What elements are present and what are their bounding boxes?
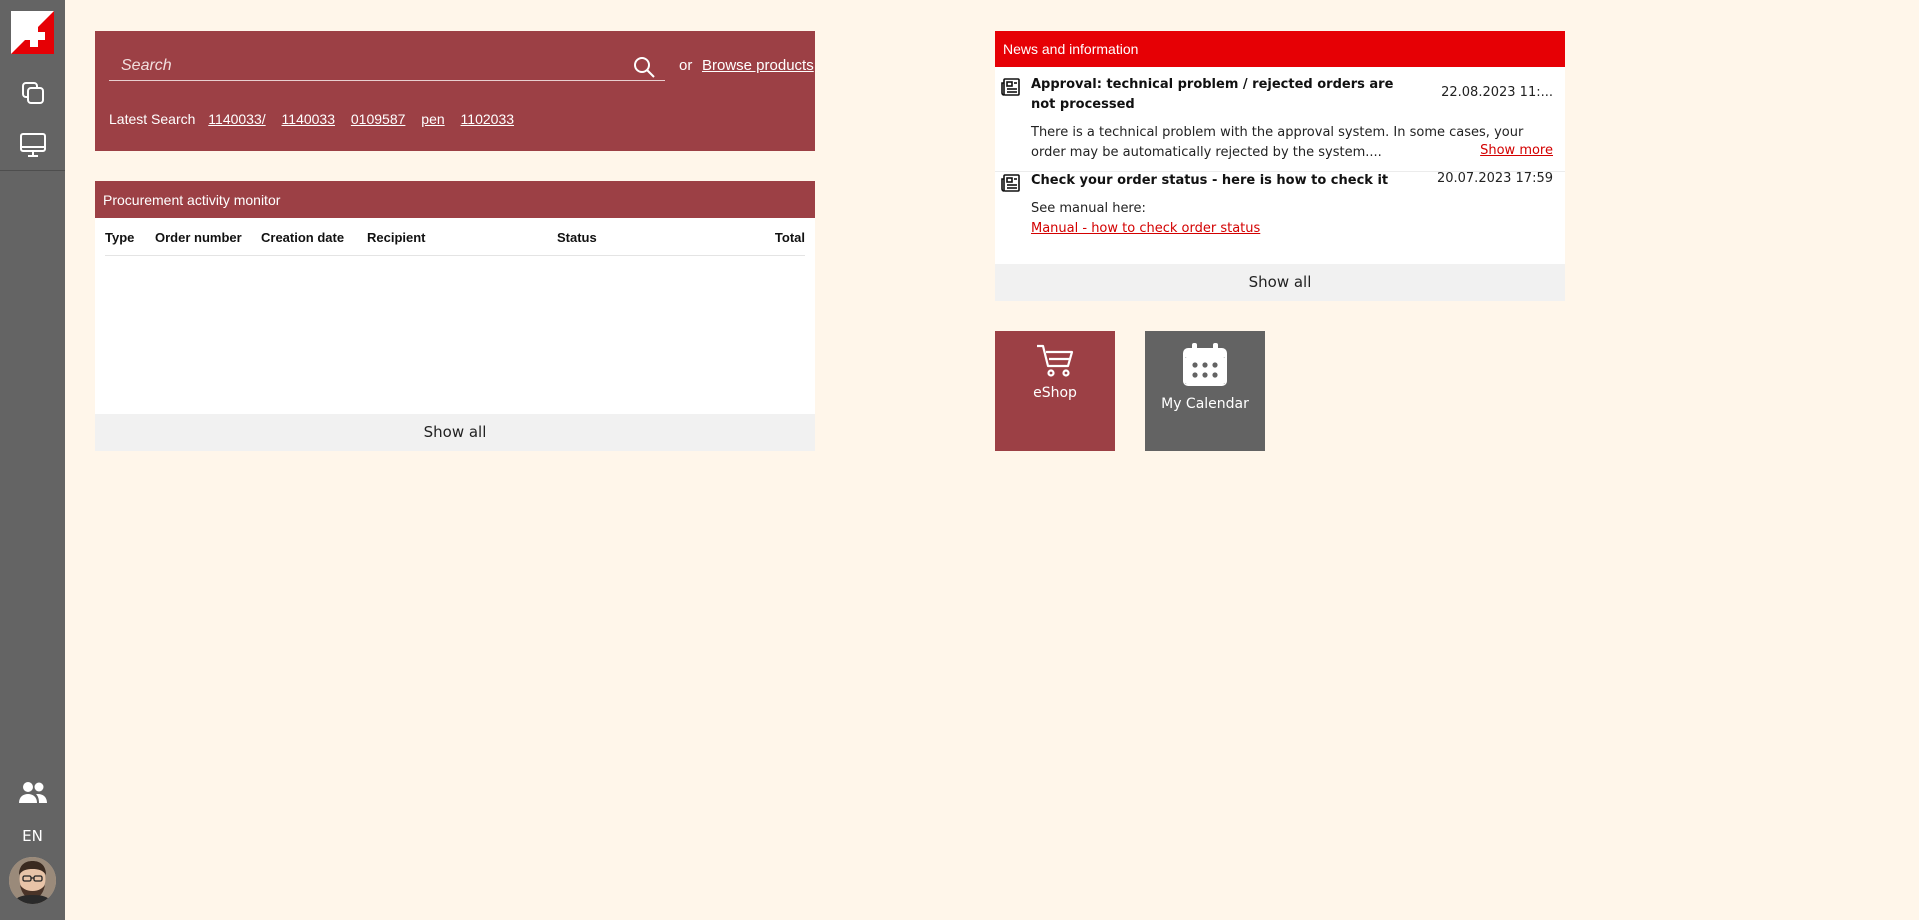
copy-pages-icon[interactable] [18,78,48,108]
company-logo[interactable] [11,11,54,54]
latest-search-item[interactable]: pen [421,111,444,127]
language-selector[interactable]: EN [0,827,65,845]
news-item-body: There is a technical problem with the ap… [1031,125,1524,160]
column-order-number[interactable]: Order number [155,230,242,245]
latest-search-item[interactable]: 1102033 [461,111,514,127]
procurement-show-all-button[interactable]: Show all [95,414,815,451]
procurement-activity-monitor: Procurement activity monitor Type Order … [95,181,815,451]
newspaper-icon [1001,173,1021,193]
news-title: News and information [995,31,1565,67]
column-status[interactable]: Status [557,230,597,245]
latest-search-label: Latest Search [109,111,196,127]
my-calendar-tile[interactable]: My Calendar [1145,331,1265,451]
cart-icon [995,343,1115,383]
manual-link[interactable]: Manual - how to check order status [1031,219,1260,239]
latest-search-item[interactable]: 1140033 [282,111,335,127]
calendar-icon [1145,342,1265,392]
column-recipient[interactable]: Recipient [367,230,426,245]
procurement-title: Procurement activity monitor [95,181,815,218]
news-show-all-button[interactable]: Show all [995,264,1565,301]
news-item-date: 20.07.2023 17:59 [1436,171,1553,186]
news-item-title[interactable]: Check your order status - here is how to… [1031,171,1411,191]
newspaper-icon [1001,77,1021,97]
latest-search-item[interactable]: 1140033/ [208,111,265,127]
eshop-label: eShop [1033,385,1077,401]
users-icon[interactable] [18,778,48,808]
my-calendar-label: My Calendar [1161,396,1249,412]
search-panel: or Browse products Latest Search 1140033… [95,31,815,151]
news-item-title[interactable]: Approval: technical problem / rejected o… [1031,75,1401,115]
column-creation-date[interactable]: Creation date [261,230,344,245]
news-panel: News and information Approval: technical… [995,31,1565,301]
or-text: or [679,57,693,74]
sidebar: EN [0,0,65,920]
monitor-icon[interactable] [18,130,48,160]
search-row: or Browse products [109,51,814,81]
show-more-link[interactable]: Show more [1480,143,1553,158]
user-avatar[interactable] [9,857,56,904]
eshop-tile[interactable]: eShop [995,331,1115,451]
latest-search-item[interactable]: 0109587 [351,111,406,127]
column-total[interactable]: Total [775,230,805,245]
sidebar-divider [0,170,65,171]
search-input[interactable] [109,51,665,81]
news-item-body: See manual here: [1031,201,1146,216]
latest-search: Latest Search 1140033/ 1140033 0109587 p… [109,111,514,127]
search-icon[interactable] [633,56,655,78]
browse-products-link[interactable]: Browse products [702,57,814,74]
news-item-date: 22.08.2023 11:... [1441,85,1553,100]
column-type[interactable]: Type [105,230,134,245]
procurement-table-header: Type Order number Creation date Recipien… [105,218,805,256]
